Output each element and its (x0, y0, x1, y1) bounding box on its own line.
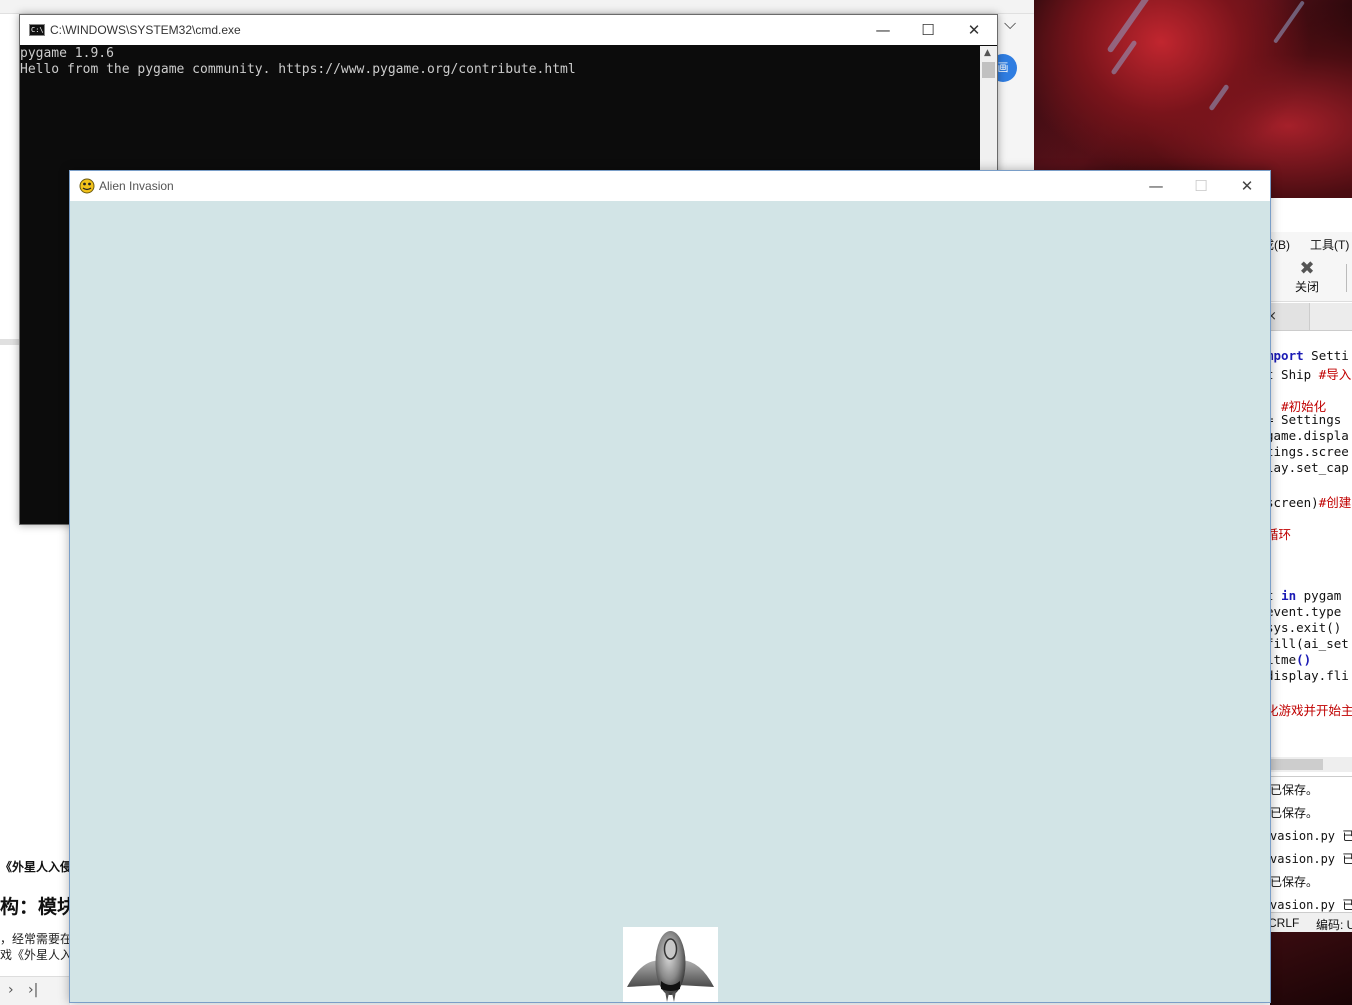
doc-paragraph-line: ，经常需要在 (0, 932, 73, 946)
scrollbar-thumb[interactable] (982, 62, 995, 78)
code-text: sys.exit() (1266, 620, 1342, 635)
ide-tab-bar: × (1262, 303, 1352, 331)
editor-horizontal-scrollbar[interactable] (1262, 757, 1352, 772)
doc-paragraph-line: 戏《外星人入 (0, 948, 73, 962)
code-comment: 化游戏并开始主 (1266, 703, 1352, 718)
code-line: display.fli (1266, 668, 1349, 683)
game-maximize-button: ☐ (1194, 177, 1208, 195)
code-line: = Settings (1266, 412, 1341, 427)
output-line: vasion.py 已 (1270, 898, 1352, 912)
code-keyword: () (1296, 652, 1312, 667)
cmd-window-title: C:\WINDOWS\SYSTEM32\cmd.exe (50, 23, 241, 37)
code-line: mport Setti (1266, 348, 1349, 363)
cmd-title-bar[interactable]: C:\ C:\WINDOWS\SYSTEM32\cmd.exe — ☐ ✕ (20, 15, 997, 45)
divider (0, 339, 20, 345)
code-text: event.type (1266, 604, 1342, 619)
console-line: pygame 1.9.6 (20, 46, 114, 61)
doc-heading-fragment: 《外星人入侵 (0, 860, 73, 874)
ide-menu-bar: 成(B) 工具(T) (1262, 232, 1352, 254)
ide-status-bar: CRLF 编码: U (1262, 912, 1352, 932)
code-text: pygam (1296, 588, 1342, 603)
ide-toolbar: ✖ 关闭 (1262, 254, 1352, 302)
compiler-output-panel: 已保存。 已保存。 vasion.py 已 vasion.py 已已保存。 vasion… (1262, 776, 1352, 912)
code-line: t in pygam (1266, 588, 1341, 603)
menu-item-tools[interactable]: 工具(T) (1310, 236, 1349, 253)
code-line: fill(ai_set (1266, 636, 1349, 651)
next-page-icon[interactable]: › (8, 982, 14, 998)
output-line: 已保存。 (1270, 875, 1319, 889)
code-line: sys.exit() (1266, 620, 1341, 635)
code-line: t Ship #导入 (1266, 364, 1351, 383)
game-surface[interactable] (70, 202, 1270, 1002)
code-line: game.displa (1266, 428, 1349, 443)
cmd-app-icon: C:\ (29, 24, 45, 36)
game-close-button[interactable]: ✕ (1232, 175, 1262, 197)
code-line: event.type (1266, 604, 1341, 619)
player-ship-sprite (623, 927, 718, 1002)
pygame-snake-icon (79, 178, 95, 194)
doc-pager: › ›| (0, 976, 70, 1005)
output-line: 已保存。 (1270, 783, 1319, 797)
close-file-button[interactable]: ✖ 关闭 (1292, 260, 1322, 295)
code-keyword: in (1281, 588, 1297, 603)
code-text: game.displa (1266, 428, 1349, 443)
doc-subheading-fragment: 构：模块 (0, 896, 77, 918)
code-line: tings.scree (1266, 444, 1349, 459)
background-top-bar (0, 0, 1034, 14)
status-line-ending: CRLF (1268, 916, 1300, 930)
code-text: t Ship (1266, 367, 1319, 382)
chevron-down-icon[interactable]: ⌵ (1004, 14, 1016, 34)
toolbar-separator (1346, 264, 1347, 292)
code-comment: #导入 (1318, 367, 1352, 382)
cmd-minimize-button[interactable]: — (868, 19, 898, 41)
game-title-bar[interactable]: Alien Invasion — ☐ ✕ (70, 171, 1270, 201)
code-keyword: mport (1266, 348, 1304, 363)
code-comment: #创建 (1318, 495, 1352, 510)
last-page-icon[interactable]: ›| (28, 982, 38, 998)
code-line: itme() (1266, 652, 1311, 667)
code-text: screen) (1266, 495, 1319, 510)
scrollbar-thumb[interactable] (1270, 759, 1323, 770)
desktop-wallpaper (1270, 932, 1352, 1005)
scroll-up-arrow-icon[interactable]: ▲ (984, 48, 991, 58)
close-file-label: 关闭 (1294, 280, 1319, 294)
code-text: lay.set_cap (1266, 460, 1349, 475)
game-minimize-button[interactable]: — (1141, 175, 1171, 197)
code-text: = Settings (1266, 412, 1342, 427)
code-text: tings.scree (1266, 444, 1349, 459)
code-text: Setti (1303, 348, 1349, 363)
code-line: 化游戏并开始主 (1266, 700, 1352, 719)
code-text: fill(ai_set (1266, 636, 1349, 651)
python-ide-window: 成(B) 工具(T) ✖ 关闭 × mport Setti t Ship #导入)… (1262, 198, 1352, 932)
close-icon: ✖ (1299, 258, 1315, 279)
output-line: vasion.py 已 (1270, 852, 1352, 866)
console-line: Hello from the pygame community. https:/… (20, 62, 576, 77)
status-encoding: 编码: U (1316, 918, 1352, 932)
game-window-title: Alien Invasion (99, 179, 174, 193)
code-text: display.fli (1266, 668, 1349, 683)
output-line: 已保存。 (1270, 806, 1319, 820)
floating-action-glyph: 画 (997, 61, 1009, 74)
output-line: vasion.py 已 (1270, 829, 1352, 843)
code-line: screen)#创建 (1266, 492, 1351, 511)
cmd-maximize-button[interactable]: ☐ (913, 19, 943, 41)
code-line: lay.set_cap (1266, 460, 1349, 475)
alien-invasion-window: Alien Invasion — ☐ ✕ (69, 170, 1271, 1003)
cmd-close-button[interactable]: ✕ (959, 19, 989, 41)
